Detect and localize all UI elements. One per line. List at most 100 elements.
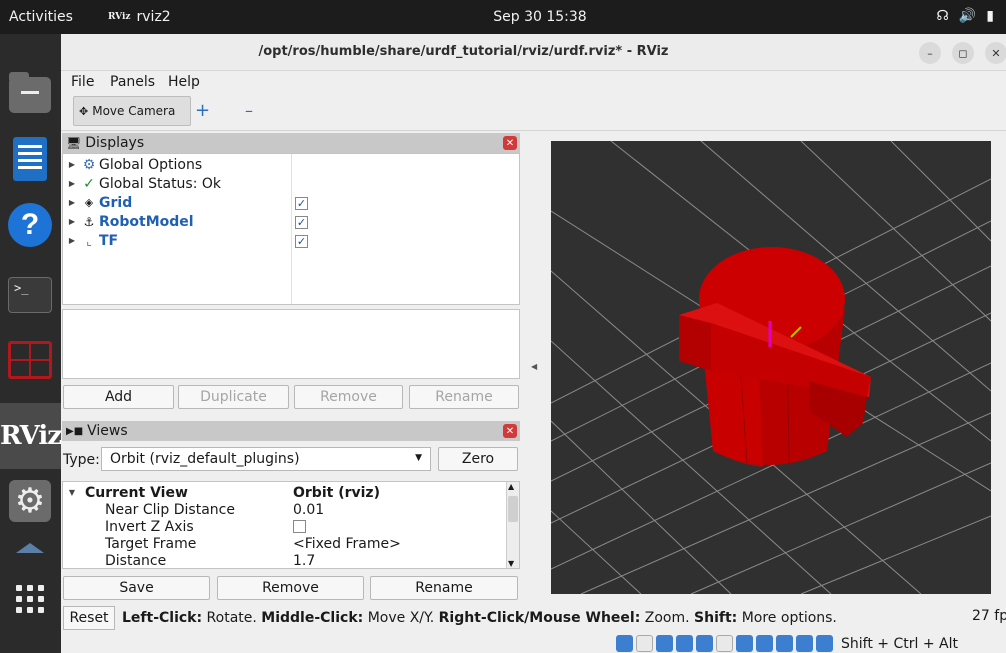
hint-text: More options. [737,610,837,626]
dock-terminal-icon[interactable]: >_ [5,270,55,320]
dock-writer-icon[interactable] [5,134,55,184]
menu-file[interactable]: File [71,74,94,90]
collapse-arrow-icon[interactable]: ▼ [65,488,79,497]
rename-display-button[interactable]: Rename [409,385,519,409]
battery-icon[interactable]: ▮ [986,8,994,24]
monitor-icon: 🖥 [66,136,82,150]
add-tool-icon[interactable]: + [195,100,210,121]
globe-icon[interactable] [796,635,813,652]
view-type-select[interactable]: Orbit (rviz_default_plugins) ▼ [101,447,431,471]
remove-tool-icon[interactable]: – [245,101,253,120]
monitor-small-icon[interactable] [736,635,753,652]
menu-help[interactable]: Help [168,74,200,90]
display-item-global-options[interactable]: ▶ ⚙ Global Options [65,155,202,174]
robotmodel-checkbox[interactable]: ✓ [295,216,308,229]
expand-arrow-icon[interactable]: ▶ [65,236,79,245]
grid-checkbox[interactable]: ✓ [295,197,308,210]
network-icon[interactable]: ☊ [936,8,948,24]
move-camera-button[interactable]: ✥ Move Camera [73,96,191,126]
display-item-grid[interactable]: ▶ ◈ Grid [65,193,132,212]
displays-title: Displays [85,135,145,151]
camera-icon: ▶■ [66,425,84,437]
distance-value[interactable]: 1.7 [293,551,315,570]
hint-key: Shift: [694,610,738,626]
rename-view-button[interactable]: Rename [370,576,518,600]
status-bar: Reset Left-Click: Rotate. Middle-Click: … [61,604,1006,632]
displays-close-icon[interactable]: ✕ [503,136,517,150]
views-property-tree: ▼ Current View Orbit (rviz) Near Clip Di… [62,481,520,569]
duplicate-display-button[interactable]: Duplicate [178,385,289,409]
displays-tree: ▶ ⚙ Global Options ▶ ✓ Global Status: Ok… [62,153,520,305]
grid-icon: ◈ [84,196,94,209]
system-tray[interactable]: ☊ 🔊 ▮ [936,8,994,24]
display-label: Global Status: Ok [99,175,222,192]
splitter-arrow-icon[interactable]: ◀ [531,362,537,371]
hint-text: Rotate. [202,610,262,626]
pencil-icon[interactable] [696,635,713,652]
near-clip-value[interactable]: 0.01 [293,500,324,519]
hint-text: Move X/Y. [363,610,439,626]
dock-terminator-icon[interactable] [5,335,55,385]
onscreen-keyboard-tray: Shift + Ctrl + Alt [616,634,958,653]
windows-small-icon[interactable] [756,635,773,652]
rviz-window: /opt/ros/humble/share/urdf_tutorial/rviz… [61,34,1006,653]
hint-key: Middle-Click: [261,610,364,626]
tf-checkbox[interactable]: ✓ [295,235,308,248]
save-view-button[interactable]: Save [63,576,210,600]
add-display-button[interactable]: Add [63,385,174,409]
window-title: /opt/ros/humble/share/urdf_tutorial/rviz… [258,44,669,59]
display-item-global-status[interactable]: ▶ ✓ Global Status: Ok [65,174,221,193]
expand-arrow-icon[interactable]: ▶ [65,179,79,188]
dock: ? >_ RViz ⚙ [0,34,62,653]
close-button[interactable]: ✕ [985,42,1006,64]
zero-button[interactable]: Zero [438,447,518,471]
invert-z-checkbox[interactable] [293,520,306,533]
expand-arrow-icon[interactable]: ▶ [65,217,79,226]
current-view-label: Current View [85,484,188,501]
blank-key-icon[interactable] [716,635,733,652]
window-small-icon[interactable] [676,635,693,652]
display-item-robotmodel[interactable]: ▶ ⚓ RobotModel [65,212,194,231]
vm-icon[interactable] [776,635,793,652]
download-icon[interactable] [816,635,833,652]
display-small-icon[interactable] [656,635,673,652]
maximize-button[interactable]: ◻ [952,42,974,64]
dock-rviz-icon[interactable]: RViz [0,403,62,469]
views-scrollbar[interactable]: ▲ ▼ [506,482,519,568]
views-close-icon[interactable]: ✕ [503,424,517,438]
tool-bar: ✥ Move Camera + – [61,93,1006,131]
move-camera-icon: ✥ [79,104,89,118]
remove-display-button[interactable]: Remove [294,385,403,409]
settings-small-icon[interactable] [636,635,653,652]
views-title: Views [87,423,128,439]
menu-panels[interactable]: Panels [110,74,155,90]
hint-key: Left-Click: [122,610,203,626]
status-message: Left-Click: Rotate. Middle-Click: Move X… [122,610,837,626]
volume-icon[interactable]: 🔊 [959,8,976,24]
render-viewport[interactable] [551,141,991,594]
expand-arrow-icon[interactable]: ▶ [65,198,79,207]
hint-key: Right-Click/Mouse Wheel: [438,610,641,626]
clock[interactable]: Sep 30 15:38 [0,9,1006,25]
views-panel-header: ▶■ Views ✕ [62,421,520,441]
reset-button[interactable]: Reset [63,606,115,630]
display-label: TF [99,232,119,249]
fps-counter: 27 fp [972,608,1006,624]
menu-bar: File Panels Help [61,71,1006,93]
dock-help-icon[interactable]: ? [5,200,55,250]
display-item-tf[interactable]: ▶ ⌞ TF [65,231,118,250]
dock-settings-icon[interactable]: ⚙ [5,476,55,526]
axes-icon: ⌞ [86,233,92,248]
dock-mount-icon[interactable] [5,538,55,558]
ibus-icon[interactable] [616,635,633,652]
display-label: Global Options [99,156,203,173]
window-titlebar[interactable]: /opt/ros/humble/share/urdf_tutorial/rviz… [61,34,1006,71]
remove-view-button[interactable]: Remove [217,576,364,600]
distance-label: Distance [105,552,167,569]
dock-files-icon[interactable] [5,70,55,120]
view-type-value: Orbit (rviz_default_plugins) [110,451,300,467]
modifier-keys: Shift + Ctrl + Alt [841,635,958,652]
show-apps-icon[interactable] [5,574,55,624]
minimize-button[interactable]: – [919,42,941,64]
expand-arrow-icon[interactable]: ▶ [65,160,79,169]
